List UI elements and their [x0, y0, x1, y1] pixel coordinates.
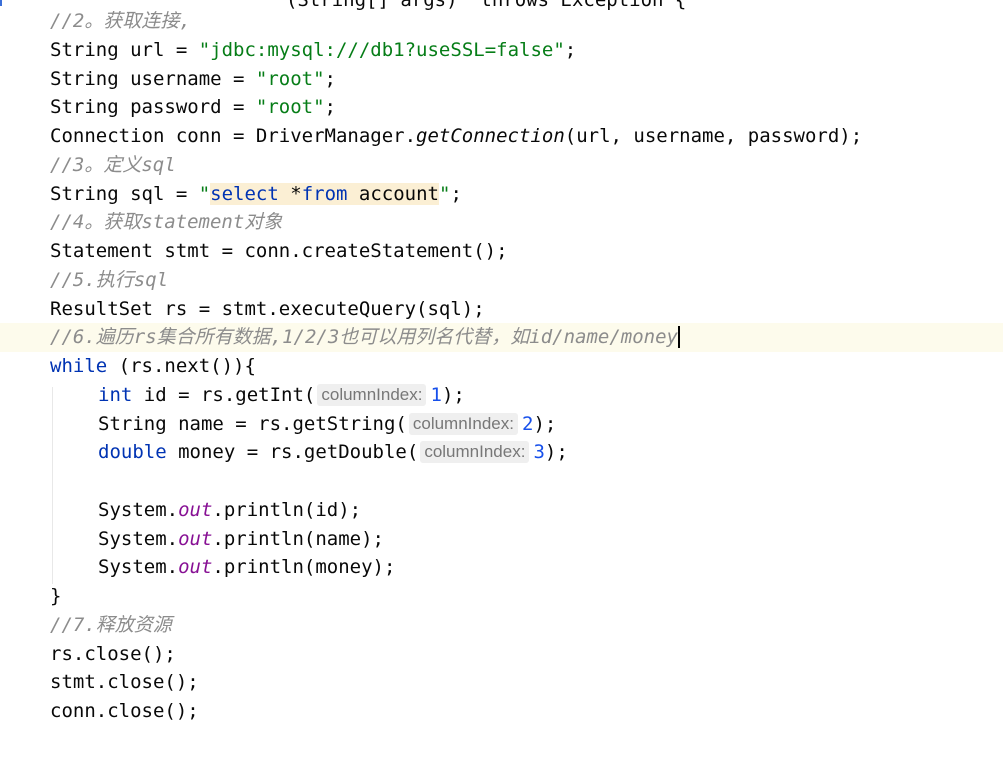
string-literal: ": [198, 183, 211, 205]
code-line[interactable]: //7.释放资源: [0, 611, 1003, 640]
parameter-hint: columnIndex:: [420, 441, 530, 463]
code-line[interactable]: System.out.println(money);: [0, 553, 1003, 582]
code-text: );: [533, 413, 557, 435]
code-text: ;: [324, 68, 336, 90]
code-text: String sql = "select *from account";: [50, 180, 462, 209]
code-text: //6.遍历rs集合所有数据,1/2/3也可以用列名代替，如id/name/mo…: [50, 323, 680, 352]
code-text: System.out.println(id);: [98, 496, 361, 525]
code-text: conn.close();: [50, 700, 199, 722]
current-code-line[interactable]: //6.遍历rs集合所有数据,1/2/3也可以用列名代替，如id/name/mo…: [0, 323, 1003, 352]
code-text: *: [278, 183, 302, 205]
code-line[interactable]: }: [0, 582, 1003, 611]
code-text: System.out.println(name);: [98, 525, 384, 554]
code-text: Connection conn = DriverManager.getConne…: [50, 122, 862, 151]
static-field: out: [178, 528, 213, 550]
comment: //6.遍历rs集合所有数据,1/2/3也可以用列名代替，如id/name/mo…: [50, 326, 678, 348]
code-text: money = rs.getDouble(: [166, 441, 419, 463]
code-text: Statement stmt = conn.createStatement();: [50, 240, 508, 262]
comment: //5.执行sql: [50, 269, 169, 291]
code-text: (rs.next()){: [107, 355, 256, 377]
sql-keyword: select: [210, 183, 279, 205]
code-text: .println(id);: [212, 499, 362, 521]
code-line[interactable]: //3。定义sql: [0, 151, 1003, 180]
static-field: out: [178, 556, 213, 578]
string-literal: "root": [255, 68, 325, 90]
code-line[interactable]: String username = "root";: [0, 65, 1003, 94]
code-line[interactable]: String name = rs.getString(columnIndex: 2…: [0, 410, 1003, 439]
code-line[interactable]: System.out.println(id);: [0, 496, 1003, 525]
code-text: System.out.println(money);: [98, 553, 395, 582]
code-text: String name = rs.getString(columnIndex: 2…: [98, 410, 556, 439]
code-text: String username =: [50, 68, 256, 90]
code-line[interactable]: //5.执行sql: [0, 266, 1003, 295]
code-text: String url =: [50, 39, 199, 61]
code-line[interactable]: String sql = "select *from account";: [0, 180, 1003, 209]
code-line[interactable]: conn.close();: [0, 697, 1003, 726]
code-text: );: [544, 441, 568, 463]
sql-keyword: from: [301, 183, 348, 205]
keyword: double: [98, 441, 167, 463]
code-text: ResultSet rs = stmt.executeQuery(sql);: [50, 298, 485, 320]
code-editor[interactable]: (String[] args) throws Exception { //2。获…: [0, 0, 1003, 741]
code-line[interactable]: Statement stmt = conn.createStatement();: [0, 237, 1003, 266]
code-line[interactable]: ResultSet rs = stmt.executeQuery(sql);: [0, 295, 1003, 324]
code-text: ;: [450, 183, 462, 205]
parameter-hint: columnIndex:: [408, 413, 518, 435]
static-field: out: [178, 499, 213, 521]
code-text: String password =: [50, 96, 256, 118]
keyword: while: [50, 355, 108, 377]
string-literal: ": [438, 183, 451, 205]
code-text: stmt.close();: [50, 671, 199, 693]
code-text: int id = rs.getInt(columnIndex: 1);: [98, 381, 465, 410]
code-line[interactable]: //4。获取statement对象: [0, 208, 1003, 237]
code-text: (url, username, password);: [564, 125, 863, 147]
code-line[interactable]: String password = "root";: [0, 93, 1003, 122]
number-literal: 1: [430, 384, 442, 406]
code-text: rs.close();: [50, 643, 176, 665]
string-literal: "root": [255, 96, 325, 118]
static-method: getConnection: [416, 125, 565, 147]
comment: //4。获取statement对象: [50, 211, 283, 233]
code-text: String name = rs.getString(: [98, 413, 407, 435]
code-text: String sql =: [50, 183, 199, 205]
number-literal: 2: [521, 413, 534, 435]
code-line[interactable]: System.out.println(name);: [0, 525, 1003, 554]
code-line[interactable]: int id = rs.getInt(columnIndex: 1);: [0, 381, 1003, 410]
code-text: System.: [98, 499, 179, 521]
code-text: String url = "jdbc:mysql:///db1?useSSL=f…: [50, 36, 576, 65]
code-text: );: [441, 384, 465, 406]
code-line[interactable]: while (rs.next()){: [0, 352, 1003, 381]
code-text: String username = "root";: [50, 65, 336, 94]
comment: //3。定义sql: [50, 154, 176, 176]
code-text: while (rs.next()){: [50, 352, 256, 381]
comment: //2。获取连接,: [50, 10, 191, 32]
code-line[interactable]: Connection conn = DriverManager.getConne…: [0, 122, 1003, 151]
code-text: System.: [98, 556, 179, 578]
code-text: }: [50, 585, 62, 607]
text-cursor: [677, 325, 680, 348]
code-text: ;: [564, 39, 577, 61]
code-text: double money = rs.getDouble(columnIndex:…: [98, 438, 568, 467]
code-line[interactable]: double money = rs.getDouble(columnIndex:…: [0, 438, 1003, 467]
code-text: String password = "root";: [50, 93, 336, 122]
comment: //7.释放资源: [50, 614, 172, 636]
code-line[interactable]: stmt.close();: [0, 668, 1003, 697]
code-text: Connection conn = DriverManager.: [50, 125, 417, 147]
code-text: id = rs.getInt(: [132, 384, 316, 406]
number-literal: 3: [533, 441, 545, 463]
code-line[interactable]: //2。获取连接,: [0, 7, 1003, 36]
code-text: System.: [98, 528, 179, 550]
string-literal: "jdbc:mysql:///db1?useSSL=false": [198, 39, 565, 61]
code-line-empty[interactable]: [0, 467, 1003, 496]
code-text: ;: [324, 96, 336, 118]
code-line[interactable]: String url = "jdbc:mysql:///db1?useSSL=f…: [0, 36, 1003, 65]
parameter-hint: columnIndex:: [317, 384, 427, 406]
code-line[interactable]: rs.close();: [0, 640, 1003, 669]
code-text: .println(money);: [212, 556, 396, 578]
sql-table: account: [347, 183, 439, 205]
code-text: .println(name);: [212, 528, 384, 550]
sql-injection-highlight: select *from account: [210, 183, 439, 205]
keyword: int: [98, 384, 133, 406]
